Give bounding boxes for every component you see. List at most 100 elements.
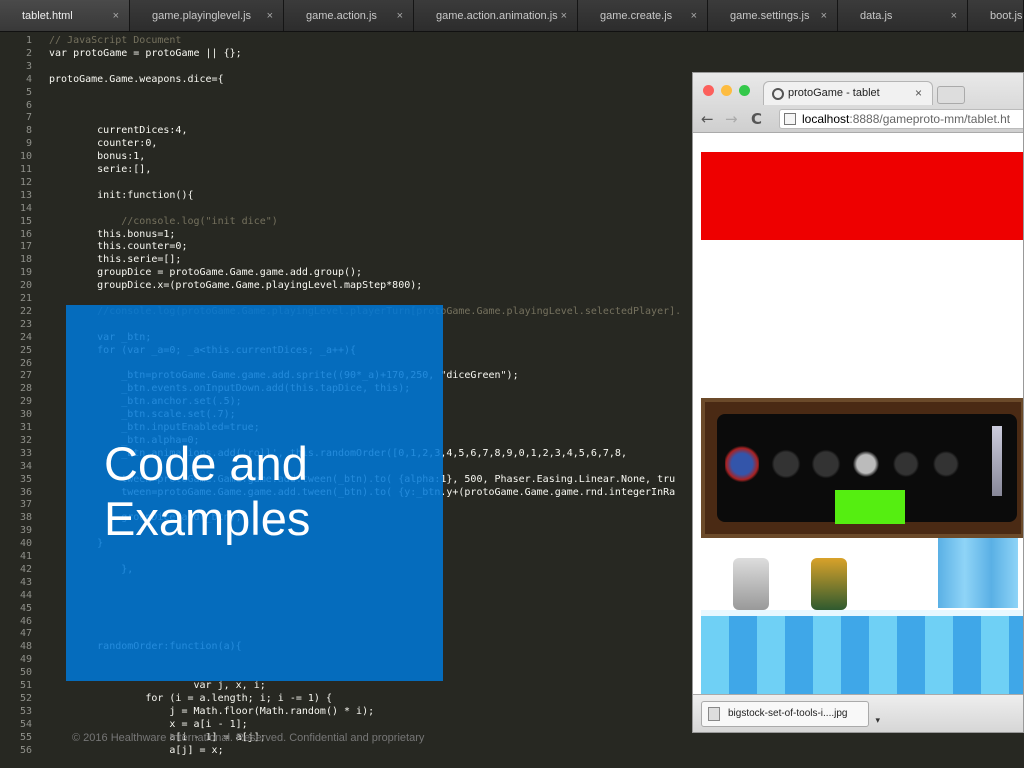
game-viewport[interactable] [693,134,1023,694]
forward-arrow-icon[interactable]: → [725,110,738,128]
close-tab-icon[interactable]: × [267,10,273,22]
line-number: 9 [25,138,32,150]
editor-tab-label: data.js [860,10,893,22]
line-number: 16 [19,228,32,240]
line-number: 54 [19,718,32,730]
download-filename: bigstock-set-of-tools-i....jpg [728,708,848,719]
line-number: 31 [19,422,32,433]
close-tab-icon[interactable]: × [397,10,403,22]
dark-shield-icon[interactable] [809,444,843,484]
close-window-button[interactable] [703,85,714,96]
line-number: 37 [19,499,32,511]
code-text: for (i = a.length; i; i -= 1) { [49,692,332,704]
url-path: :8888/gameproto-mm/tablet.ht [849,112,1011,126]
sword-icon[interactable] [849,444,883,484]
reload-icon[interactable]: C [751,110,762,128]
line-number: 36 [19,486,32,498]
code-line: 2 var protoGame = protoGame || {}; [0,47,1024,60]
line-number: 5 [25,86,32,98]
editor-tab[interactable]: game.create.js × [578,0,708,31]
url-host: localhost [802,112,850,126]
line-number: 49 [19,654,32,666]
close-tab-icon[interactable]: × [915,86,922,100]
line-number: 24 [19,331,32,343]
line-number: 47 [19,628,32,640]
line-number: 43 [19,576,32,588]
code-text: // JavaScript Document [49,35,182,46]
line-number: 13 [19,189,32,201]
dark-shield-icon[interactable] [769,444,803,484]
line-number: 11 [19,164,32,175]
editor-tab[interactable]: data.js × [838,0,968,31]
code-text: j = Math.floor(Math.random() * i); [49,705,375,717]
dark-sword-icon[interactable] [889,444,923,484]
copyright-footer: © 2016 Healthware International. Reserve… [72,732,425,744]
hud-inner [717,414,1017,524]
editor-tab[interactable]: game.action.animation.js × [414,0,578,31]
editor-tab-label: game.create.js [600,10,673,22]
line-number: 53 [19,705,32,717]
download-bar: bigstock-set-of-tools-i....jpg ▾ [693,694,1023,732]
download-item[interactable]: bigstock-set-of-tools-i....jpg ▾ [701,701,880,727]
code-text: groupDice = protoGame.Game.game.add.grou… [49,267,363,279]
green-action-button[interactable] [835,490,905,524]
editor-tab-label: game.action.animation.js [436,10,558,22]
line-number: 55 [19,731,32,743]
line-number: 33 [19,447,32,459]
line-number: 8 [25,125,32,137]
page-favicon-icon [772,88,784,100]
code-text: init:function(){ [49,189,194,201]
line-number: 2 [25,47,32,59]
line-number: 48 [19,641,32,653]
maximize-window-button[interactable] [739,85,750,96]
close-tab-icon[interactable]: × [691,10,697,22]
line-number: 19 [19,267,32,279]
editor-tab[interactable]: boot.js [968,0,1024,31]
close-tab-icon[interactable]: × [113,10,119,22]
code-text: x = a[i - 1]; [49,718,248,730]
line-number: 39 [19,525,32,537]
close-tab-icon[interactable]: × [821,10,827,22]
address-bar[interactable]: localhost:8888/gameproto-mm/tablet.ht [779,109,1023,129]
page-icon [784,113,796,125]
line-number: 56 [19,744,32,756]
close-tab-icon[interactable]: × [561,10,567,22]
waterfall [938,538,1018,608]
close-tab-icon[interactable]: × [951,10,957,22]
code-text: a[j] = x; [49,744,224,756]
editor-tab-label: tablet.html [22,10,73,22]
editor-tab[interactable]: tablet.html × [0,0,130,31]
shield-icon[interactable] [725,444,759,484]
editor-tab-label: boot.js [990,10,1023,22]
editor-tab[interactable]: game.action.js × [284,0,414,31]
minimize-window-button[interactable] [721,85,732,96]
browser-tab-title: protoGame - tablet [788,87,880,99]
editor-tab[interactable]: game.playinglevel.js × [130,0,284,31]
white-haired-character[interactable] [733,558,769,610]
line-number: 7 [25,112,32,124]
editor-tab[interactable]: game.settings.js × [708,0,838,31]
line-number: 18 [19,254,32,266]
browser-window: protoGame - tablet × ← → C localhost:888… [692,72,1024,733]
code-text: currentDices:4, [49,125,188,137]
editor-tab-label: game.settings.js [730,10,810,22]
browser-toolbar: protoGame - tablet × ← → C localhost:888… [693,73,1023,133]
line-number: 17 [19,241,32,253]
line-number: 4 [25,73,32,85]
browser-tab[interactable]: protoGame - tablet × [763,81,933,105]
game-hud-panel [701,398,1023,538]
line-number: 25 [19,344,32,356]
blonde-swordsman-character[interactable] [811,558,847,610]
code-text: bonus:1, [49,151,146,163]
code-text: this.bonus=1; [49,228,176,240]
line-number: 27 [19,370,32,382]
line-number: 51 [19,680,32,691]
dark-sword-icon[interactable] [929,444,963,484]
new-tab-button[interactable] [937,86,965,104]
line-number: 29 [19,396,32,408]
line-number: 15 [19,215,32,227]
great-sword-icon[interactable] [992,426,1002,496]
dropdown-arrow-icon[interactable]: ▾ [875,708,880,732]
line-number: 38 [19,512,32,524]
back-arrow-icon[interactable]: ← [701,110,714,128]
